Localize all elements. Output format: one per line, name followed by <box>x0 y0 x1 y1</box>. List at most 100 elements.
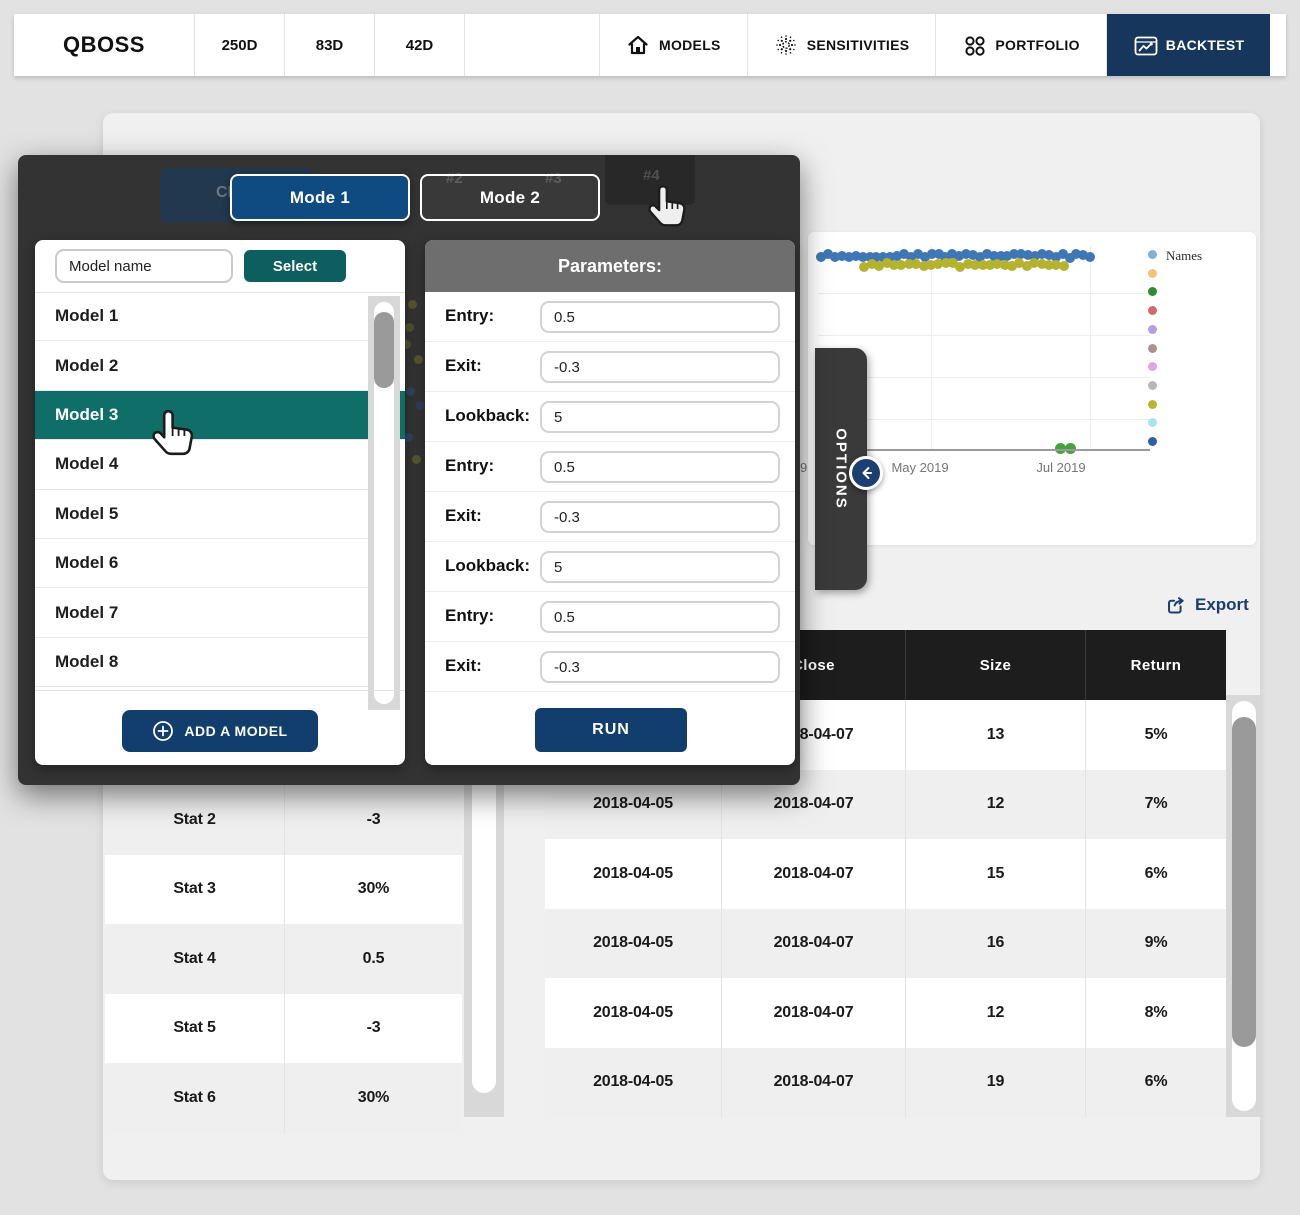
model-list-item-7[interactable]: Model 7 <box>35 588 368 638</box>
parameter-input-exit[interactable] <box>540 501 780 533</box>
parameter-row: Exit: <box>425 642 795 692</box>
trades-cell: 2018-04-05 <box>545 978 722 1048</box>
model-list-item-5[interactable]: Model 5 <box>35 490 368 539</box>
trades-cell: 2018-04-05 <box>545 908 722 978</box>
legend-dot-1 <box>1148 250 1157 259</box>
parameter-input-exit[interactable] <box>540 351 780 383</box>
x-tick-partial: 9 <box>800 460 808 475</box>
model-list-scrollbar-thumb[interactable] <box>374 312 394 388</box>
parameters-title: Parameters: <box>425 240 795 292</box>
v-gridline <box>1090 246 1092 451</box>
parameter-input-lookback[interactable] <box>540 401 780 433</box>
legend-dot-4 <box>1148 306 1157 316</box>
nav-item-backtest[interactable]: BACKTEST <box>1106 14 1271 76</box>
legend-dot-5 <box>1148 324 1157 334</box>
parameter-input-entry[interactable] <box>540 451 780 483</box>
stats-cell: 30% <box>357 1088 390 1106</box>
parameter-input-exit[interactable] <box>540 651 780 683</box>
dimmed-dot <box>406 387 415 396</box>
period-button-250d[interactable]: 250D <box>195 14 285 76</box>
parameter-label: Entry: <box>445 606 495 625</box>
trades-cell: 19 <box>906 1047 1086 1117</box>
trades-header-Size: Size <box>906 630 1086 700</box>
model-list-item-4[interactable]: Model 4 <box>35 440 368 490</box>
stats-cell: Stat 6 <box>105 1063 285 1133</box>
parameter-row: Lookback: <box>425 392 795 442</box>
trades-cell: 16 <box>906 908 1086 978</box>
nav-fill <box>1270 14 1286 76</box>
backtest-icon <box>1133 33 1158 57</box>
stats-table-row: Stat 5 -3 <box>105 993 462 1063</box>
trades-cell: 2018-04-07 <box>722 978 906 1048</box>
h-gridline <box>818 419 1150 420</box>
stats-cell: Stat 2 <box>105 785 285 855</box>
tab-mode-2[interactable]: Mode 2 <box>420 174 600 221</box>
export-icon <box>1168 597 1184 614</box>
background-tab-4: #4 <box>605 155 695 205</box>
parameter-input-entry[interactable] <box>540 301 780 333</box>
parameter-label: Lookback: <box>445 556 531 575</box>
portfolio-icon <box>962 33 986 57</box>
legend-dot-3 <box>1148 287 1157 297</box>
nav-items: MODELS SENSITIVITIES PORTFOLIO BACKTEST <box>600 14 1271 76</box>
model-list-item-2[interactable]: Model 2 <box>35 341 368 391</box>
legend-dot-8 <box>1148 380 1157 390</box>
stats-cell: Stat 5 <box>105 993 285 1063</box>
trades-cell: 9% <box>1144 934 1168 952</box>
parameters-panel: Parameters: Entry: Exit: Lookback: Entry: Ex… <box>425 240 795 765</box>
parameter-input-entry[interactable] <box>540 601 780 633</box>
parameter-label: Lookback: <box>445 406 531 425</box>
trades-scrollbar-thumb[interactable] <box>1232 717 1256 1047</box>
legend-title: Names <box>1166 248 1203 263</box>
nav-item-models[interactable]: MODELS <box>600 14 748 76</box>
trades-scrollbar[interactable] <box>1226 695 1262 1117</box>
add-a-model-button[interactable]: ADD A MODEL <box>122 710 318 752</box>
trades-table-row: 2018-04-05 2018-04-07 19 6% <box>545 1047 1226 1117</box>
model-picker-panel: Select Model 1Model 2Model 3Model 4Model… <box>35 240 405 765</box>
trades-cell: 5% <box>1144 725 1168 743</box>
model-list-scrollbar[interactable] <box>368 296 400 710</box>
h-gridline <box>818 335 1150 336</box>
period-buttons: 250D 83D 42D <box>195 14 465 76</box>
x-tick-jul-2019: Jul 2019 <box>1036 460 1086 475</box>
stats-cell: -3 <box>366 810 381 828</box>
select-button[interactable]: Select <box>244 250 346 282</box>
stats-cell: Stat 3 <box>105 854 285 924</box>
dimmed-dot <box>404 433 413 442</box>
trades-cell: 12 <box>906 978 1086 1048</box>
brand-logo: QBOSS <box>14 14 195 76</box>
parameter-label: Exit: <box>445 656 482 675</box>
nav-item-label: PORTFOLIO <box>995 37 1080 53</box>
plus-circle-icon <box>153 721 174 741</box>
nav-item-portfolio[interactable]: PORTFOLIO <box>936 14 1107 76</box>
model-name-input[interactable] <box>55 249 233 283</box>
home-icon <box>626 33 650 57</box>
model-list-item-3[interactable]: Model 3 <box>35 390 405 441</box>
period-button-83d[interactable]: 83D <box>285 14 375 76</box>
trades-cell: 7% <box>1144 795 1168 813</box>
export-button[interactable]: Export <box>1165 590 1255 620</box>
parameter-label: Entry: <box>445 456 495 475</box>
h-gridline <box>818 293 1150 294</box>
nav-item-label: MODELS <box>659 37 721 53</box>
parameter-row: Entry: <box>425 592 795 642</box>
parameter-row: Exit: <box>425 342 795 392</box>
model-list-item-6[interactable]: Model 6 <box>35 539 368 589</box>
parameter-input-lookback[interactable] <box>540 551 780 583</box>
trades-cell: 12 <box>906 769 1086 839</box>
model-list-item-1[interactable]: Model 1 <box>35 292 368 342</box>
tab-mode-1[interactable]: Mode 1 <box>230 174 410 221</box>
stats-table-row: Stat 3 30% <box>105 854 462 924</box>
nav-spacer <box>465 14 600 76</box>
options-collapse-button[interactable] <box>849 456 883 490</box>
add-a-model-label: ADD A MODEL <box>184 723 288 739</box>
run-button[interactable]: RUN <box>535 708 687 752</box>
stats-table-row: Stat 2 -3 <box>105 785 462 855</box>
parameter-row: Exit: <box>425 492 795 542</box>
parameter-label: Entry: <box>445 306 495 325</box>
stats-cell: -3 <box>366 1019 381 1037</box>
nav-item-sensitivities[interactable]: SENSITIVITIES <box>748 14 937 76</box>
period-button-42d[interactable]: 42D <box>375 14 465 76</box>
model-list-item-8[interactable]: Model 8 <box>35 638 368 688</box>
dimmed-dot <box>416 401 425 410</box>
